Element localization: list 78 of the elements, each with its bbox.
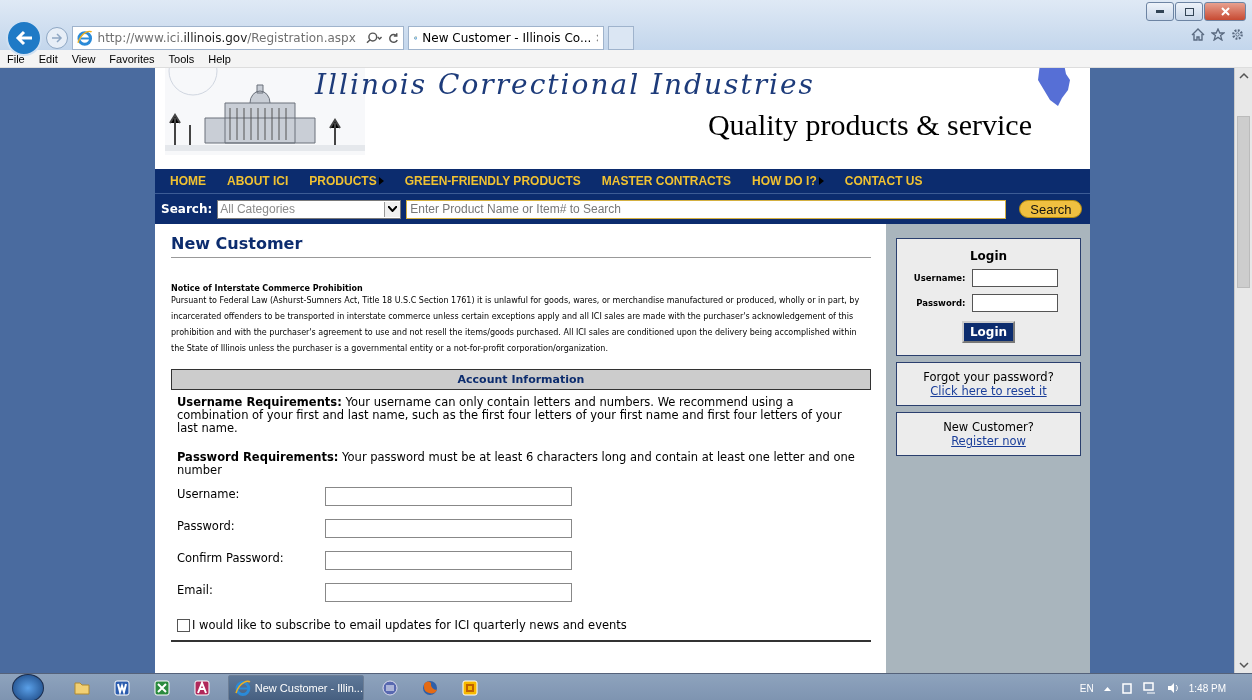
field-label: Confirm Password: [177, 551, 285, 565]
login-field-label: Password: [915, 298, 966, 308]
mail-app-icon [462, 680, 478, 696]
requirements-text: Password Requirements: Your password must be at least 6 characters long and contain at least one letter and one number [177, 451, 856, 477]
input-field[interactable] [325, 487, 572, 506]
nav-link[interactable]: ABOUT ICI [220, 174, 303, 188]
network-icon[interactable] [1142, 682, 1157, 694]
banner-tagline: Quality products & service [707, 108, 1032, 142]
notice-text: Pursuant to Federal Law (Ashurst-Sumners Act, Title 18 U.S.C Section 1761) it is unlawful for goods, wares, or merchandise manufactured or produced, wholly or in part, by incarcerated offenders to be transported in interstate commerce unless certain exceptions apply and all ICI sales are made with the purchaser's acknowledgement of this prohibition and with the purchaser's agreement to use and not resell the items/goods purchased. All ICI sales are conditioned upon the delivery being accomplished within the State of Illinois unless the purchaser is a governmental entity or a not-for-profit corporation/organization. [171, 295, 861, 355]
volume-icon[interactable] [1166, 682, 1179, 694]
menu-item[interactable]: Favorites [102, 52, 162, 65]
info-text: Forgot your password? [923, 370, 1054, 384]
login-title: Login [969, 249, 1008, 263]
info-link[interactable]: Register now [951, 434, 1026, 448]
input-field[interactable] [325, 551, 572, 570]
input-field[interactable] [325, 583, 572, 602]
nav-link[interactable]: HOW DO I? [745, 174, 838, 188]
minimize-icon [1156, 9, 1164, 14]
section-header: Account Information [171, 369, 871, 390]
settings-icon[interactable] [1231, 28, 1244, 41]
scrollbar[interactable] [1234, 68, 1252, 673]
forward-button[interactable] [46, 27, 68, 49]
globe-fox-icon [422, 680, 438, 696]
search-field[interactable]: Enter Product Name or Item# to Search [406, 199, 1007, 219]
taskbar-app[interactable]: New Customer - Illin... [228, 675, 364, 700]
subscribe-label[interactable]: I would like to subscribe to email updates for ICI quarterly news and events [192, 618, 627, 632]
info-text: New Customer? [943, 420, 1034, 434]
info-link[interactable]: Click here to reset it [930, 384, 1047, 398]
browser-tab[interactable]: New Customer - Illinois Co... [408, 26, 604, 50]
menu-item[interactable]: File [0, 52, 32, 65]
minimize-button[interactable] [1146, 2, 1174, 21]
back-arrow-icon [15, 30, 33, 46]
forward-arrow-icon [51, 33, 63, 43]
back-button[interactable] [6, 20, 42, 56]
field-label: Username: [177, 487, 241, 501]
menu-item[interactable]: Help [201, 52, 238, 65]
document-app-icon [114, 680, 130, 696]
menu-item[interactable]: Edit [31, 52, 65, 65]
folder-icon [74, 681, 90, 695]
banner-title: Illinois Correctional Industries [315, 68, 815, 102]
nav-link[interactable]: HOME [163, 174, 220, 188]
input-field[interactable] [325, 519, 572, 538]
search-button[interactable]: Search [1019, 200, 1083, 218]
nav-link[interactable]: PRODUCTS [302, 174, 398, 188]
field-label: Password: [177, 519, 236, 533]
start-button[interactable] [12, 674, 44, 700]
maximize-button[interactable] [1175, 2, 1203, 21]
home-icon[interactable] [1191, 28, 1205, 41]
subscribe-checkbox[interactable] [177, 618, 190, 632]
maximize-icon [1184, 7, 1194, 16]
category-dropdown[interactable]: All Categories [217, 199, 402, 219]
nav-link[interactable]: GREEN-FRIENDLY PRODUCTS [397, 174, 595, 188]
browser-logo-icon [77, 30, 93, 46]
input-field[interactable] [971, 269, 1058, 287]
menu-item[interactable]: Tools [161, 52, 202, 65]
scroll-thumb[interactable] [1237, 116, 1250, 288]
database-app-icon [194, 680, 210, 696]
nav-link[interactable]: MASTER CONTRACTS [594, 174, 746, 188]
browser-app-icon [235, 680, 251, 696]
refresh-icon[interactable] [388, 32, 399, 44]
close-button[interactable] [1204, 2, 1246, 21]
search-icon[interactable] [365, 32, 384, 44]
field-label: Email: [177, 583, 214, 597]
disc-app-icon [382, 680, 398, 696]
nav-link[interactable]: CONTACT US [837, 174, 937, 188]
spreadsheet-app-icon [154, 680, 170, 696]
tray-device-icon[interactable] [1120, 681, 1133, 695]
login-field-label: Username: [912, 273, 966, 283]
search-label: Search: [161, 202, 213, 216]
notice-title: Notice of Interstate Commerce Prohibition [171, 284, 364, 293]
input-field[interactable] [971, 294, 1058, 312]
menu-item[interactable]: View [64, 52, 103, 65]
close-icon [1220, 7, 1230, 16]
login-button[interactable]: Login [961, 321, 1016, 343]
star-icon[interactable] [1211, 28, 1225, 41]
tray-arrow-icon[interactable] [1103, 685, 1111, 691]
page-heading: New Customer [171, 234, 871, 258]
requirements-text: Username Requirements: Your username can only contain letters and numbers. We recommend using a combination of your first and last name, such as the first four letters of your first name and first four letters of your last name. [177, 396, 843, 435]
